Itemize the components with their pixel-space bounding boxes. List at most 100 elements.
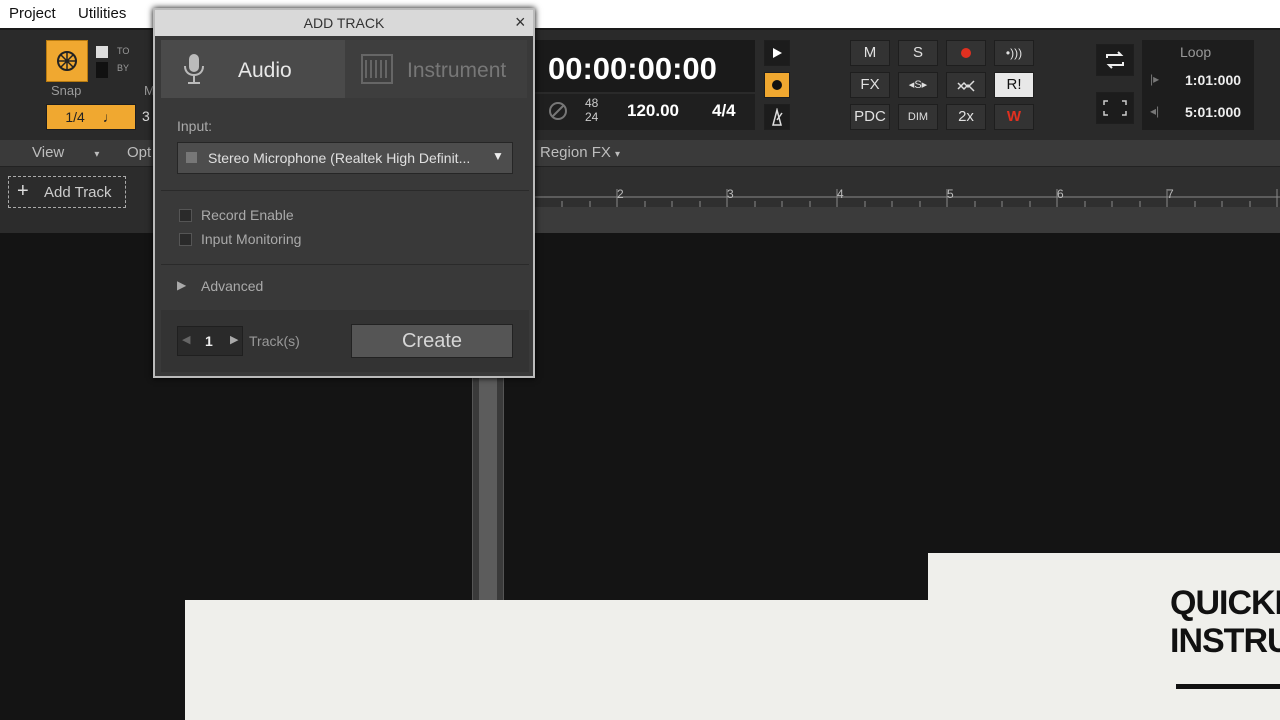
snap-toggle-button[interactable] xyxy=(46,40,88,82)
region-fx-label: Region FX xyxy=(540,144,611,161)
snap-label: Snap xyxy=(51,83,82,98)
chevron-down-icon: ▾ xyxy=(94,149,100,160)
loop-end[interactable]: 5:01:000 xyxy=(1185,104,1241,120)
loop-label: Loop xyxy=(1180,44,1212,60)
loop-end-icon: ◂| xyxy=(1150,104,1160,118)
dialog-title: ADD TRACK xyxy=(155,10,533,36)
overlay-card-wide xyxy=(185,600,1280,720)
loop-toggle-button[interactable] xyxy=(1096,44,1134,76)
play-button[interactable] xyxy=(764,40,790,66)
read-automation-button[interactable]: R! xyxy=(994,72,1034,98)
snap-grid-icon xyxy=(57,51,77,71)
menu-project[interactable]: Project xyxy=(9,5,56,22)
snap-to-label: TO xyxy=(117,46,130,56)
options-menu[interactable]: Opt xyxy=(127,144,151,161)
solo-button[interactable]: S xyxy=(898,40,938,66)
record-enable-label: Record Enable xyxy=(201,207,294,223)
timeline-ruler[interactable]: 2 3 4 5 6 7 xyxy=(535,167,1280,208)
punch-button[interactable]: ◂S▸ xyxy=(898,72,938,98)
marker-lane[interactable] xyxy=(535,207,1280,233)
input-monitoring-checkbox[interactable] xyxy=(179,233,192,246)
quarter-note-icon: ♩ xyxy=(102,109,117,125)
input-value: Stereo Microphone (Realtek High Definit.… xyxy=(208,150,471,166)
view-menu[interactable]: View ▾ xyxy=(32,144,99,161)
tab-instrument-label: Instrument xyxy=(407,59,507,82)
input-select[interactable]: Stereo Microphone (Realtek High Definit.… xyxy=(177,142,513,174)
punch-icon: ◂S▸ xyxy=(908,79,928,91)
loop-panel: Loop |▸ 1:01:000 ◂| 5:01:000 xyxy=(1142,40,1254,130)
double-speed-button[interactable]: 2x xyxy=(946,104,986,130)
ruler-mark-7: 7 xyxy=(1167,187,1174,201)
snap-value: 1/4 xyxy=(65,109,85,125)
record-arm-button[interactable] xyxy=(764,72,790,98)
add-track-dialog: ADD TRACK × Audio Instrument Input: Ster… xyxy=(153,8,535,378)
record-enable-checkbox[interactable] xyxy=(179,209,192,222)
pane-splitter[interactable] xyxy=(472,375,504,600)
tab-audio-label: Audio xyxy=(238,59,292,82)
microphone-icon xyxy=(184,54,204,84)
record-dot-icon xyxy=(772,80,782,90)
tempo-value[interactable]: 120.00 xyxy=(627,101,679,121)
sample-rate-icon xyxy=(549,102,567,120)
record-icon xyxy=(961,48,971,58)
fit-view-button[interactable] xyxy=(1096,92,1134,124)
snap-side-value: 3 xyxy=(142,108,150,124)
input-monitoring-label: Input Monitoring xyxy=(201,231,302,247)
time-readout: 00:00:00:00 xyxy=(548,51,717,86)
pdc-button[interactable]: PDC xyxy=(850,104,890,130)
close-icon[interactable]: × xyxy=(515,12,526,33)
create-button[interactable]: Create xyxy=(351,324,513,358)
time-signature[interactable]: 4/4 xyxy=(712,101,736,121)
snap-by-label: BY xyxy=(117,63,130,73)
ruler-mark-4: 4 xyxy=(837,187,844,201)
loop-start-icon: |▸ xyxy=(1150,72,1160,86)
advanced-toggle[interactable]: ▶ Advanced xyxy=(177,276,297,298)
input-monitor-button[interactable]: •))) xyxy=(994,40,1034,66)
add-track-button[interactable]: + Add Track xyxy=(8,176,126,208)
loop-start[interactable]: 1:01:000 xyxy=(1185,72,1241,88)
snap-value-dropdown[interactable]: 1/4 ♩ xyxy=(46,104,136,130)
dim-button[interactable]: DIM xyxy=(898,104,938,130)
play-icon xyxy=(773,48,782,58)
write-automation-button[interactable]: W xyxy=(994,104,1034,130)
track-count-stepper[interactable]: ◀ 1 ▶ xyxy=(177,326,243,356)
snap-by-box[interactable] xyxy=(96,62,108,78)
tab-audio[interactable]: Audio xyxy=(161,40,345,98)
decrement-icon[interactable]: ◀ xyxy=(182,333,190,346)
record-button[interactable] xyxy=(946,40,986,66)
ruler-mark-6: 6 xyxy=(1057,187,1064,201)
increment-icon[interactable]: ▶ xyxy=(230,333,238,346)
input-device-icon xyxy=(186,152,197,163)
tab-instrument[interactable]: Instrument xyxy=(345,40,527,98)
input-label: Input: xyxy=(177,118,213,134)
divider xyxy=(161,190,529,191)
ruler-mark-2: 2 xyxy=(617,187,624,201)
overlay-heading-line1: QUICKL xyxy=(1170,584,1280,622)
region-fx-menu[interactable]: Region FX ▾ xyxy=(540,144,620,161)
sample-rate-top: 48 xyxy=(585,96,599,110)
speaker-wave-icon: •))) xyxy=(1005,46,1023,60)
metronome-button[interactable] xyxy=(764,104,790,130)
overlay-heading-line2: INSTRU xyxy=(1170,622,1280,660)
automation-button[interactable] xyxy=(946,72,986,98)
time-display[interactable]: 00:00:00:00 xyxy=(535,40,755,92)
view-menu-label: View xyxy=(32,144,65,161)
plus-icon: + xyxy=(17,180,29,202)
track-count-value: 1 xyxy=(205,333,213,349)
overlay-rule xyxy=(1176,684,1280,689)
sample-rate-bottom: 24 xyxy=(585,110,599,124)
mute-button[interactable]: M xyxy=(850,40,890,66)
keyboard-icon xyxy=(361,54,393,84)
add-track-label: Add Track xyxy=(44,184,112,201)
advanced-label: Advanced xyxy=(201,278,264,294)
metronome-icon xyxy=(772,107,783,126)
chevron-down-icon: ▼ xyxy=(492,149,504,163)
overlay-heading: QUICKL INSTRU xyxy=(1170,584,1280,660)
ruler-mark-3: 3 xyxy=(727,187,734,201)
loop-icon xyxy=(1106,51,1124,69)
fx-button[interactable]: FX xyxy=(850,72,890,98)
snap-to-box[interactable] xyxy=(96,46,108,58)
triangle-right-icon: ▶ xyxy=(177,278,187,292)
menu-utilities[interactable]: Utilities xyxy=(78,5,126,22)
chevron-down-icon: ▾ xyxy=(615,149,621,160)
